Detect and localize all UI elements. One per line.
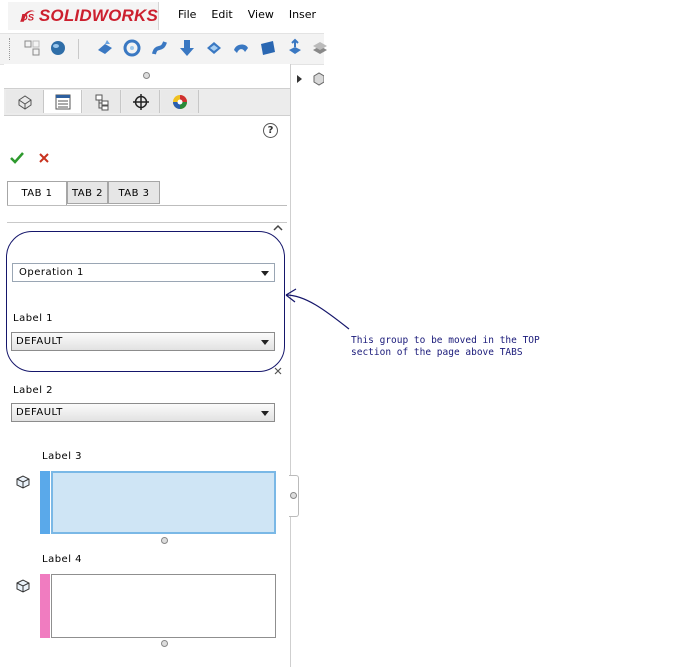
label-2: Label 2 <box>13 385 54 396</box>
selection-box-resize-handle[interactable] <box>161 640 168 647</box>
manager-tab-strip <box>4 88 290 116</box>
configuration-manager-tab[interactable] <box>83 90 121 113</box>
menu-insert[interactable]: Inser <box>289 8 316 21</box>
label-4: Label 4 <box>42 554 83 565</box>
menu-file[interactable]: File <box>178 8 196 21</box>
annotation-arrow <box>285 288 350 330</box>
property-manager-tab[interactable] <box>44 90 82 113</box>
cube-icon <box>16 579 30 593</box>
chevron-down-icon[interactable] <box>261 411 269 416</box>
revolved-cut-icon[interactable] <box>204 38 224 58</box>
annotation-note: This group to be moved in the TOP sectio… <box>351 335 591 359</box>
selection-color-strip <box>40 471 50 534</box>
panel-resize-handle[interactable] <box>143 72 150 79</box>
expand-tree-arrow-icon[interactable] <box>296 74 304 84</box>
extruded-boss-icon[interactable] <box>95 38 115 58</box>
linear-pattern-icon[interactable] <box>22 38 42 58</box>
selection-box-resize-handle[interactable] <box>161 537 168 544</box>
ds-logo-icon: DS <box>20 10 35 22</box>
toolbar-separator <box>78 39 79 59</box>
menu-bar: File Edit View Inser <box>178 8 331 21</box>
section-divider <box>7 222 287 223</box>
tab-2[interactable]: TAB 2 <box>67 181 108 204</box>
configuration-icon <box>95 94 108 110</box>
tab-3[interactable]: TAB 3 <box>108 181 160 204</box>
label-4-selection-box[interactable] <box>51 574 276 638</box>
crosshair-icon <box>132 93 149 110</box>
features-toolbar <box>0 33 327 65</box>
cube-icon <box>16 475 30 489</box>
toolbar-grip[interactable] <box>9 38 12 60</box>
label-3-selection-box[interactable] <box>51 471 276 534</box>
revolved-boss-icon[interactable] <box>122 38 142 58</box>
label-2-dropdown[interactable]: DEFAULT <box>11 403 275 422</box>
highlight-ellipse <box>6 231 285 372</box>
globe-icon[interactable] <box>48 38 68 58</box>
ok-checkmark-icon[interactable] <box>10 151 24 165</box>
selection-color-strip <box>40 574 50 638</box>
brand-name-works: WORKS <box>91 6 158 25</box>
chevron-up-icon[interactable] <box>272 223 284 233</box>
dimxpert-manager-tab[interactable] <box>122 90 160 113</box>
brand-name-solid: SOLID <box>38 6 92 25</box>
tab-divider <box>7 205 287 206</box>
tab-1[interactable]: TAB 1 <box>7 181 67 206</box>
annotation-line-2: section of the page above TABS <box>351 347 523 358</box>
rib-icon[interactable] <box>310 38 330 58</box>
brand-name: SOLIDWORKS <box>39 6 158 26</box>
appearance-icon <box>172 94 187 109</box>
property-list-icon <box>55 94 70 109</box>
solidworks-window: DS SOLIDWORKS File Edit View Inser ? TAB… <box>0 0 327 667</box>
help-icon[interactable]: ? <box>263 123 278 138</box>
label-2-dropdown-value: DEFAULT <box>16 407 63 418</box>
annotation-line-1: This group to be moved in the TOP <box>351 335 540 346</box>
ds-logo-text: DS <box>21 11 35 22</box>
label-3: Label 3 <box>42 451 83 462</box>
menu-edit[interactable]: Edit <box>211 8 232 21</box>
menu-view[interactable]: View <box>248 8 274 21</box>
cancel-x-icon[interactable] <box>37 151 51 165</box>
close-small-icon[interactable] <box>272 367 284 375</box>
feature-manager-tab[interactable] <box>6 90 44 113</box>
fillet-icon[interactable] <box>231 38 251 58</box>
swept-boss-icon[interactable] <box>150 38 170 58</box>
panel-splitter-handle[interactable] <box>289 475 299 517</box>
splitter-dot <box>290 492 297 499</box>
plane-icon[interactable] <box>258 38 278 58</box>
extruded-cut-icon[interactable] <box>177 38 197 58</box>
shell-icon[interactable] <box>285 38 305 58</box>
title-bar: DS SOLIDWORKS File Edit View Inser <box>0 0 324 32</box>
part-icon[interactable] <box>312 70 324 86</box>
feature-tree-icon <box>18 94 31 110</box>
display-manager-tab[interactable] <box>161 90 199 113</box>
solidworks-logo[interactable]: DS SOLIDWORKS <box>8 2 159 30</box>
